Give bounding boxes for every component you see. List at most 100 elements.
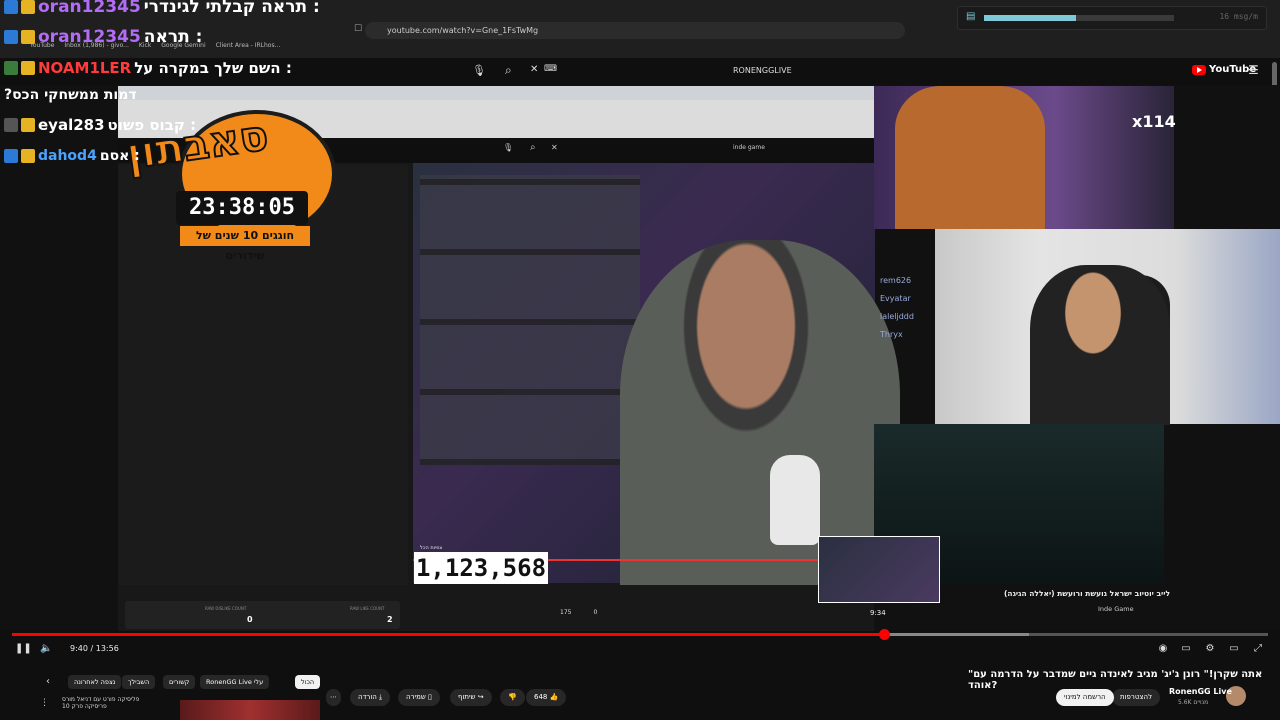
chat-username: eyal283 <box>38 116 105 134</box>
next-video-title[interactable]: פליסיקה פורט עם דניאל מורס פריסיקה פרק 1… <box>62 696 162 710</box>
progress-played <box>12 633 884 636</box>
clear-search-icon[interactable]: ✕ <box>530 64 538 75</box>
channel-name[interactable]: RonenGG Live <box>1169 687 1232 696</box>
chat-message: תראה קבלתי לגינדרי : <box>143 0 320 17</box>
keyboard-icon[interactable]: ⌨ <box>544 64 557 74</box>
chip-related[interactable]: קשורים <box>163 675 196 689</box>
badge-icon <box>4 149 18 163</box>
subtitles-icon[interactable]: ▭ <box>1180 643 1192 655</box>
chat-rate-text: 16 msg/m <box>1219 12 1258 21</box>
theater-mode-icon[interactable]: ▭ <box>1228 643 1240 655</box>
crown-badge-icon <box>21 0 35 14</box>
more-options-icon[interactable]: ⋮ <box>40 698 49 708</box>
share-button[interactable]: שיתוף ↪ <box>450 689 492 706</box>
save-button[interactable]: שמירה ▯ <box>398 689 440 706</box>
settings-gear-icon[interactable]: ⚙ <box>1204 643 1216 655</box>
subscribe-button[interactable]: הרשמה למינוי <box>1056 689 1114 706</box>
join-button[interactable]: להצטרפות <box>1112 689 1161 706</box>
inner-clear-icon: ✕ <box>551 143 558 152</box>
chat-username: NOAM1LER <box>38 59 132 77</box>
cam-chat-line: laleljddd <box>880 312 914 321</box>
badge-icon <box>4 61 18 75</box>
cam-chat-line: Thryx <box>880 330 903 339</box>
fullscreen-icon[interactable]: ⤢ <box>1252 643 1264 655</box>
overlay-chat-line: oran12345 תראה קבלתי לגינדרי : <box>4 0 320 17</box>
overlay-chat-line: eyal283 קבוס פשוט : <box>4 116 196 134</box>
url-text: youtube.com/watch?v=Gne_1FsTwMg <box>387 26 539 35</box>
cam-multiplier: x114 <box>1132 112 1176 131</box>
inner-channel-name: Inde Game <box>1098 605 1134 613</box>
bookmark-item[interactable]: Client Area - IRLhos... <box>216 42 281 54</box>
chat-message: תראה : <box>143 27 203 47</box>
chevron-left-icon[interactable]: ‹ <box>46 676 50 687</box>
chat-icon: ▤ <box>966 11 976 22</box>
youtube-logo[interactable]: YouTube <box>1192 64 1256 75</box>
crown-badge-icon <box>21 149 35 163</box>
raw-like-label: RAW LIKE COUNT <box>350 606 385 611</box>
address-bar[interactable]: youtube.com/watch?v=Gne_1FsTwMg <box>365 22 905 39</box>
volume-icon[interactable]: 🔈 <box>40 643 52 655</box>
chat-username: oran12345 <box>38 27 141 47</box>
inner-video-title: לייב יוטיוב ישראל גועשת ורועשת (יאללה הג… <box>1004 589 1171 598</box>
download-button[interactable]: הורדה ⤓ <box>350 689 391 706</box>
raw-like-value: 2 <box>387 615 393 624</box>
more-actions-button[interactable]: ⋯ <box>326 689 341 706</box>
progress-scrubber[interactable] <box>878 629 890 640</box>
cam-chat-line: rem626 <box>880 276 912 285</box>
crown-badge-icon <box>21 61 35 75</box>
badge-icon <box>4 118 18 132</box>
cam-chat-line: Evyatar <box>880 294 911 303</box>
badge-icon <box>4 30 18 44</box>
like-button[interactable]: 648 👍 <box>526 689 567 706</box>
dislike-button[interactable]: 👎 <box>500 689 525 706</box>
crown-badge-icon <box>21 30 35 44</box>
chat-message: השם שלך במקרה על : <box>134 59 292 77</box>
view-counter-label: צפיות הכל <box>420 545 443 551</box>
chip-for-you[interactable]: השבילך <box>122 675 156 689</box>
badge-icon <box>4 0 18 14</box>
search-query[interactable]: RONENGGLIVE <box>733 66 792 75</box>
raw-dislike-label: RAW DISLIKE COUNT <box>205 606 247 611</box>
view-counter: 1,123,568 <box>414 552 548 584</box>
chip-recently-uploaded[interactable]: נצפה לאחרונה <box>68 675 122 689</box>
microphone-prop <box>770 455 820 545</box>
download-label: הורדה <box>358 693 377 701</box>
search-icon[interactable]: ⌕ <box>505 63 512 78</box>
chat-rate-fill <box>984 15 1076 21</box>
menu-icon[interactable]: ☰ <box>1248 63 1259 77</box>
chat-message: ?דמות ממשחקי הכס <box>4 87 137 103</box>
overlay-chat-line: oran12345 תראה : <box>4 27 202 47</box>
streamer-figure <box>620 240 900 585</box>
collectibles-shelf <box>420 175 640 465</box>
inner-search-icon: ⌕ <box>530 142 536 153</box>
next-video-thumbnail[interactable] <box>180 700 320 720</box>
raw-counts-panel: RAW DISLIKE COUNT 0 RAW LIKE COUNT 2 <box>125 601 400 629</box>
top-cam-figure <box>895 86 1045 229</box>
inner-microphone-icon: 🎙 <box>503 143 514 152</box>
subathon-timer: 23:38:05 <box>176 191 308 225</box>
save-label: שמירה <box>406 693 426 701</box>
overlay-chat-line: ?דמות ממשחקי הכס <box>4 87 137 103</box>
chat-username: dahod4 <box>38 148 97 164</box>
webcam-figure <box>1030 265 1170 425</box>
inner-dislike-count: 0 <box>593 609 598 616</box>
inner-search-query: inde game <box>733 144 765 151</box>
chat-message: אסם : <box>99 148 140 164</box>
overlay-chat-line: dahod4 אסם : <box>4 148 140 164</box>
inner-browser-tabs <box>118 86 874 100</box>
pause-icon[interactable]: ❚❚ <box>15 643 32 655</box>
chat-rate-widget: ▤ 16 msg/m <box>957 6 1267 30</box>
inner-like-bar: 175 0 <box>560 609 597 616</box>
microphone-icon[interactable]: 🎙 <box>472 64 486 77</box>
crown-badge-icon <box>21 118 35 132</box>
youtube-play-icon <box>1192 64 1206 75</box>
like-count: 648 <box>534 693 548 701</box>
chip-from-channel[interactable]: RonenGG Live עלי <box>200 675 270 689</box>
subathon-subtitle: חוגגים 10 שנים של שידורים <box>180 226 310 262</box>
bookmark-star-icon[interactable]: ☐ <box>354 24 362 34</box>
autoplay-toggle[interactable]: ◉ <box>1157 643 1169 655</box>
time-display: 9:40 / 13:56 <box>70 644 119 653</box>
seek-preview-time: 9:34 <box>870 609 886 617</box>
chip-all[interactable]: הכול <box>295 675 321 689</box>
subscriber-count: 5.6K מנויים <box>1178 699 1209 706</box>
